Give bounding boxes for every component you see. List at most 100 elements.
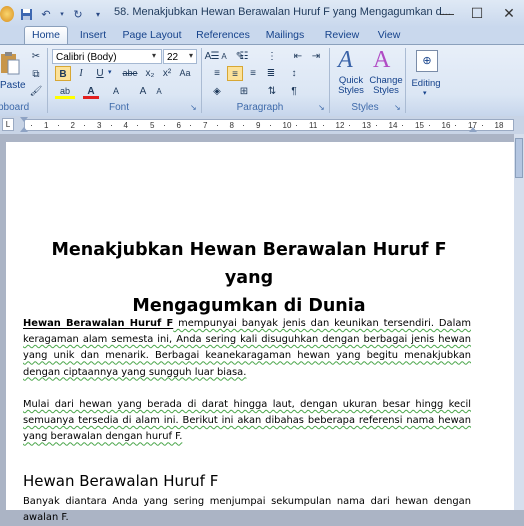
tab-view[interactable]: View: [373, 27, 405, 44]
change-styles-label: Change Styles: [369, 75, 403, 96]
copy-icon[interactable]: ⧉: [28, 67, 44, 82]
ruler-tab-selector[interactable]: L: [2, 118, 14, 131]
align-left-icon[interactable]: ≡: [209, 66, 225, 81]
ruler-number: 4: [123, 121, 128, 130]
cut-icon[interactable]: ✂: [28, 49, 44, 64]
ruler-dot: [481, 125, 483, 126]
paragraph-dialog-launcher-icon[interactable]: ↘: [318, 103, 325, 112]
ruler-number: 12: [335, 121, 345, 130]
line-spacing-icon[interactable]: ↕: [286, 66, 302, 81]
format-painter-icon[interactable]: 🖌: [28, 84, 44, 99]
ruler-number: 3: [97, 121, 102, 130]
sort-icon[interactable]: ⇅: [264, 84, 280, 99]
ruler-dot: [322, 125, 324, 126]
superscript-button[interactable]: x²: [159, 66, 175, 81]
styles-dialog-launcher-icon[interactable]: ↘: [394, 103, 401, 112]
strikethrough-button[interactable]: abe: [120, 66, 140, 81]
maximize-button[interactable]: ☐: [462, 2, 492, 24]
ruler-number: 8: [229, 121, 234, 130]
grow-font-button[interactable]: A: [135, 84, 151, 99]
italic-button[interactable]: I: [73, 66, 89, 81]
ruler-number: 14: [388, 121, 398, 130]
vertical-scrollbar[interactable]: [514, 134, 524, 510]
paragraph-2: Mulai dari hewan yang berada di darat hi…: [23, 397, 471, 446]
font-name-dropdown-icon[interactable]: ▾: [152, 51, 156, 60]
font-size-aa-button[interactable]: A: [108, 84, 124, 99]
text-highlight-color-button[interactable]: ab: [55, 84, 75, 99]
multilevel-list-icon[interactable]: ⋮: [264, 49, 280, 64]
quick-access-toolbar: ↶ ▾ ↻ ▾: [0, 4, 106, 24]
underline-dropdown-icon[interactable]: ▾: [108, 68, 112, 76]
ruler-dot: [163, 125, 165, 126]
editing-button[interactable]: ⊕ Editing ▾: [409, 47, 443, 99]
ruler-number: 7: [203, 121, 208, 130]
bullets-icon[interactable]: ☰: [207, 49, 223, 64]
underline-button[interactable]: U: [92, 66, 108, 81]
justify-icon[interactable]: ≣: [263, 66, 279, 81]
separator: [405, 48, 406, 113]
paste-label: Paste: [0, 80, 26, 91]
show-hide-marks-icon[interactable]: ¶: [286, 84, 302, 99]
tab-insert[interactable]: Insert: [74, 27, 112, 44]
shrink-font-button[interactable]: A: [151, 84, 167, 99]
ruler-number: 11: [309, 121, 318, 130]
ruler-dot: [84, 125, 85, 126]
minimize-button[interactable]: —: [432, 2, 462, 24]
ribbon-tabs: Home Insert Page Layout References Maili…: [0, 26, 524, 45]
tab-page-layout[interactable]: Page Layout: [122, 27, 182, 44]
quick-styles-button[interactable]: A Quick Styles: [334, 47, 368, 99]
editing-dropdown-icon: ▾: [423, 90, 427, 97]
title-line-1: Menakjubkan Hewan Berawalan Huruf F yang: [51, 240, 447, 288]
font-dialog-launcher-icon[interactable]: ↘: [190, 103, 197, 112]
scroll-thumb[interactable]: [515, 138, 523, 178]
document-title: Menakjubkan Hewan Berawalan Huruf F yang…: [34, 236, 464, 320]
increase-indent-icon[interactable]: ⇥: [308, 49, 324, 64]
tab-review[interactable]: Review: [322, 27, 362, 44]
ruler-dot: [216, 125, 218, 126]
ruler-dot: [243, 125, 244, 126]
ruler-number: 9: [256, 121, 261, 130]
font-group-label: Font: [108, 102, 129, 113]
paste-button[interactable]: Paste: [0, 47, 26, 97]
title-bar: ↶ ▾ ↻ ▾ 58. Menakjubkan Hewan Berawalan …: [0, 0, 524, 27]
align-right-icon[interactable]: ≡: [245, 66, 261, 81]
bold-button[interactable]: B: [55, 66, 71, 81]
numbering-icon[interactable]: ☷: [236, 49, 252, 64]
ruler-number: 5: [150, 121, 155, 130]
paste-icon: [1, 52, 20, 75]
first-line-indent-marker[interactable]: [20, 117, 28, 122]
save-icon[interactable]: [18, 6, 34, 22]
font-color-button[interactable]: A: [83, 84, 99, 99]
paragraph-2-text: Mulai dari hewan yang berada di darat hi…: [23, 399, 471, 443]
ruler-dot: [137, 125, 138, 126]
ruler-dot: [402, 125, 403, 126]
ruler-dot: [31, 125, 32, 126]
separator: [329, 48, 330, 113]
subscript-button[interactable]: x₂: [142, 66, 158, 81]
borders-icon[interactable]: ⊞: [236, 84, 252, 99]
close-button[interactable]: ✕: [494, 2, 524, 24]
editing-label: Editing: [411, 78, 441, 89]
ruler-number: 13: [362, 121, 371, 130]
align-center-icon[interactable]: ≡: [227, 66, 243, 81]
customize-qat-icon[interactable]: ▾: [90, 6, 106, 22]
section-heading: Hewan Berawalan Huruf F: [23, 472, 219, 490]
tab-mailings[interactable]: Mailings: [264, 27, 306, 44]
hanging-indent-marker[interactable]: [20, 127, 28, 132]
undo-icon[interactable]: ↶: [38, 6, 54, 22]
change-case-button[interactable]: Aa: [177, 66, 193, 81]
paragraph-1: Hewan Berawalan Huruf F mempunyai banyak…: [23, 316, 471, 381]
shading-icon[interactable]: ◈: [209, 84, 225, 99]
change-styles-button[interactable]: A Change Styles: [368, 47, 404, 99]
redo-icon[interactable]: ↻: [70, 6, 86, 22]
font-size-dropdown-icon[interactable]: ▾: [189, 51, 193, 60]
ribbon: Paste ✂ ⧉ 🖌 pboard Calibri (Body) ▾ 22 ▾…: [0, 44, 524, 117]
decrease-indent-icon[interactable]: ⇤: [290, 49, 306, 64]
tab-home[interactable]: Home: [24, 26, 68, 45]
undo-dropdown-icon[interactable]: ▾: [58, 6, 66, 22]
office-button-icon[interactable]: [0, 6, 14, 22]
ruler-dot: [375, 125, 377, 126]
font-name-combo[interactable]: Calibri (Body): [52, 49, 162, 64]
tab-references[interactable]: References: [196, 27, 250, 44]
ruler-number: 16: [441, 121, 451, 130]
